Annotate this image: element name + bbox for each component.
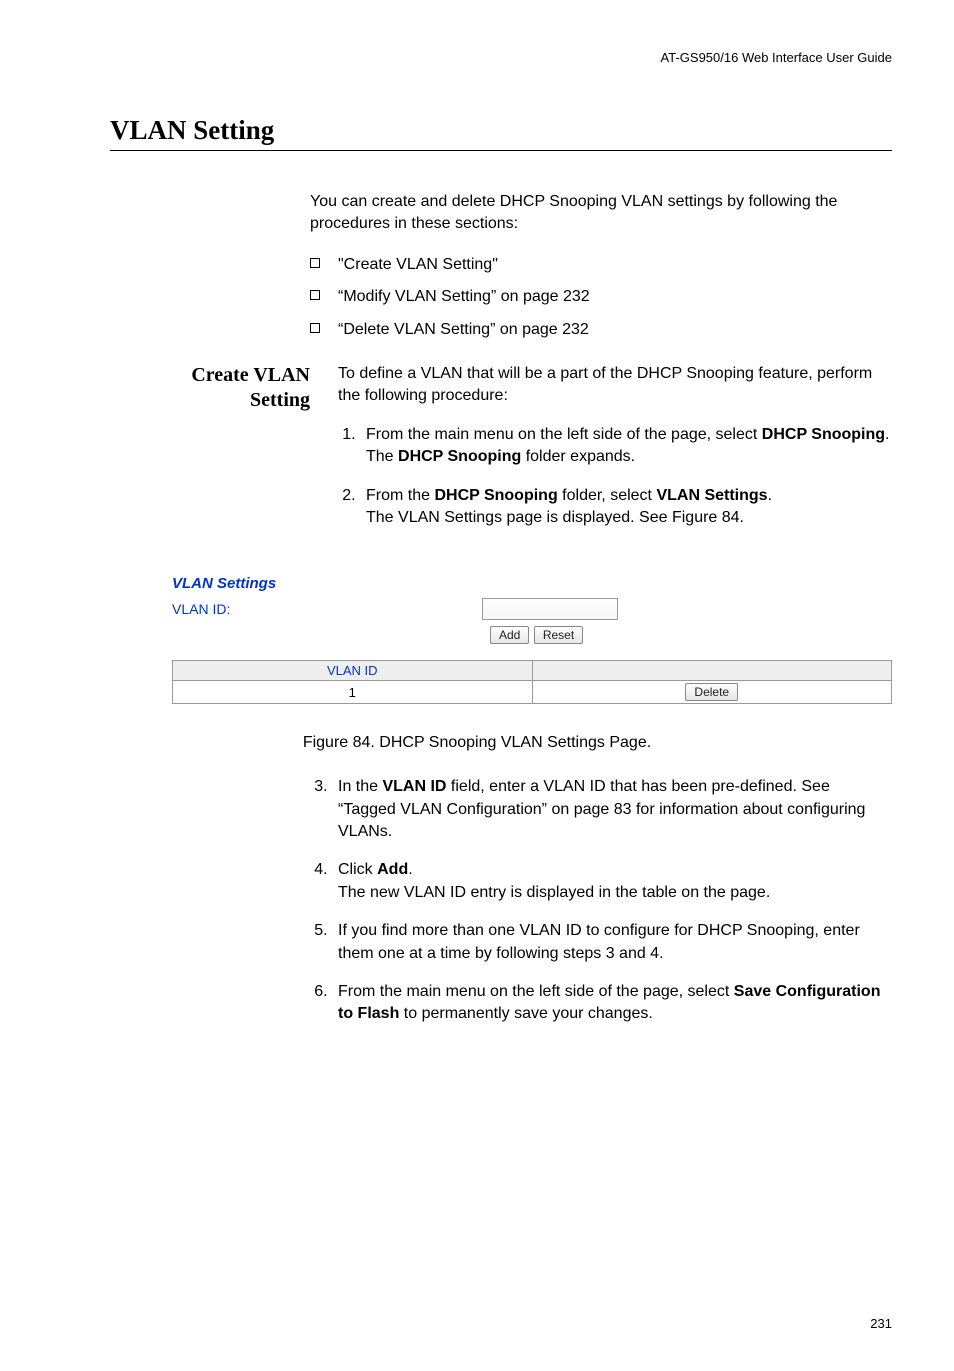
panel-heading: VLAN Settings xyxy=(172,575,892,592)
vlan-table: VLAN ID . 1 Delete xyxy=(172,660,892,704)
text: From the main menu on the left side of t… xyxy=(366,426,762,443)
text: folder, select xyxy=(558,487,657,504)
step-item: If you find more than one VLAN ID to con… xyxy=(332,920,892,965)
heading-line: Setting xyxy=(250,389,310,411)
page-title: VLAN Setting xyxy=(110,115,892,151)
text: folder expands. xyxy=(521,448,635,465)
page-number: 231 xyxy=(62,1316,892,1331)
cell-action: Delete xyxy=(532,681,892,704)
text-bold: DHCP Snooping xyxy=(434,487,557,504)
add-button[interactable]: Add xyxy=(490,626,529,644)
figure-caption: Figure 84. DHCP Snooping VLAN Settings P… xyxy=(62,734,892,752)
list-item: “Delete VLAN Setting” on page 232 xyxy=(310,319,892,341)
reset-button[interactable]: Reset xyxy=(534,626,583,644)
step-item: From the main menu on the left side of t… xyxy=(332,981,892,1026)
text: . xyxy=(408,861,412,878)
list-item: “Modify VLAN Setting” on page 232 xyxy=(310,286,892,308)
text: The xyxy=(366,448,398,465)
text-bold: VLAN ID xyxy=(382,778,446,795)
subsection-lead: To define a VLAN that will be a part of … xyxy=(338,363,892,408)
step-item: From the main menu on the left side of t… xyxy=(360,424,892,469)
step-item: Click Add. The new VLAN ID entry is disp… xyxy=(332,859,892,904)
document-header: AT-GS950/16 Web Interface User Guide xyxy=(62,50,892,65)
delete-button[interactable]: Delete xyxy=(685,683,738,701)
text-bold: DHCP Snooping xyxy=(762,426,885,443)
procedure-steps-continued: In the VLAN ID field, enter a VLAN ID th… xyxy=(310,776,892,1026)
figure-vlan-settings-panel: VLAN Settings VLAN ID: Add Reset VLAN ID… xyxy=(172,575,892,704)
vlan-id-input[interactable] xyxy=(482,598,618,620)
cell-vlan-id: 1 xyxy=(173,681,533,704)
list-item: "Create VLAN Setting" xyxy=(310,254,892,276)
text: The new VLAN ID entry is displayed in th… xyxy=(338,884,770,901)
text: Click xyxy=(338,861,377,878)
text-bold: DHCP Snooping xyxy=(398,448,521,465)
intro-paragraph: You can create and delete DHCP Snooping … xyxy=(310,191,892,236)
text: . xyxy=(885,426,889,443)
heading-line: Create VLAN xyxy=(191,364,310,386)
vlan-id-label: VLAN ID: xyxy=(172,601,482,617)
step-item: In the VLAN ID field, enter a VLAN ID th… xyxy=(332,776,892,843)
column-header-vlan-id: VLAN ID xyxy=(173,661,533,681)
section-links-list: "Create VLAN Setting" “Modify VLAN Setti… xyxy=(310,254,892,341)
text: In the xyxy=(338,778,382,795)
table-row: 1 Delete xyxy=(173,681,892,704)
subsection-heading: Create VLAN Setting xyxy=(146,363,338,413)
text: From the main menu on the left side of t… xyxy=(338,983,734,1000)
column-header-action: . xyxy=(532,661,892,681)
text-bold: VLAN Settings xyxy=(656,487,767,504)
procedure-steps: From the main menu on the left side of t… xyxy=(338,424,892,530)
text: The VLAN Settings page is displayed. See… xyxy=(366,509,744,526)
text-bold: Add xyxy=(377,861,408,878)
step-item: From the DHCP Snooping folder, select VL… xyxy=(360,485,892,530)
text: to permanently save your changes. xyxy=(399,1005,652,1022)
text: From the xyxy=(366,487,434,504)
text: . xyxy=(768,487,772,504)
